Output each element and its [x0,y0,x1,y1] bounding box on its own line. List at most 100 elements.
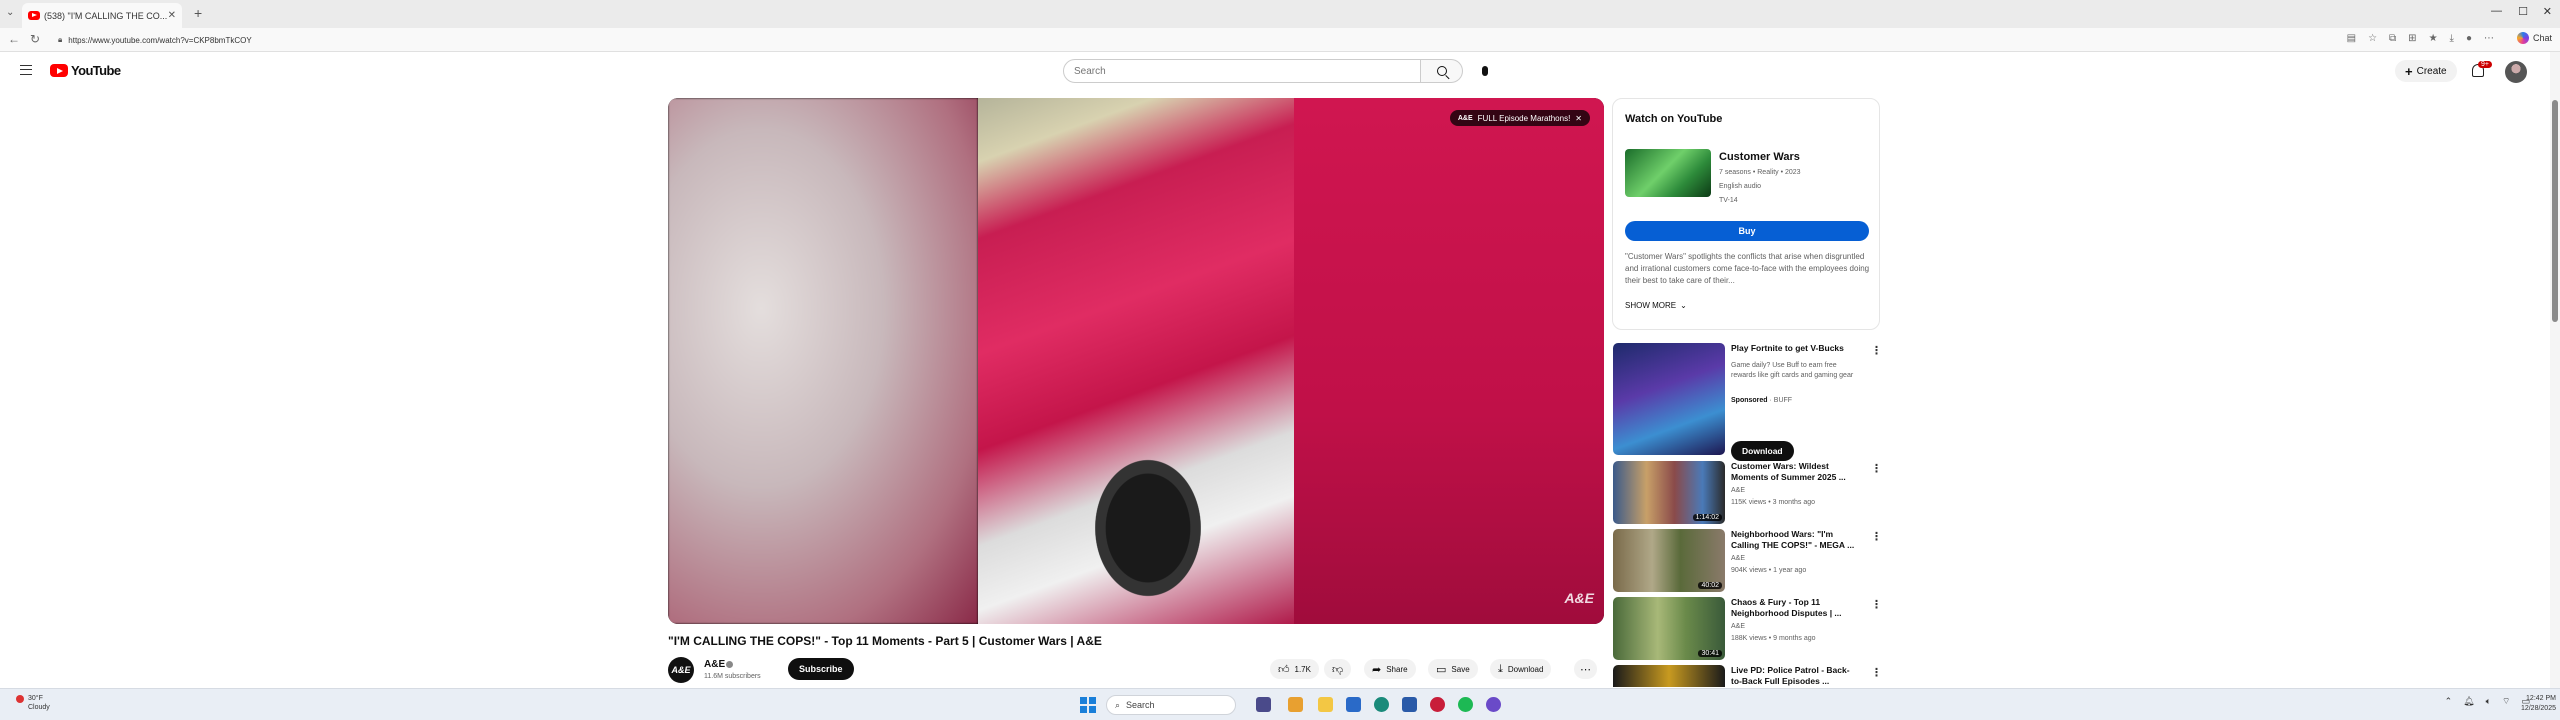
list-item[interactable]: 40:02 Neighborhood Wars: "I'm Calling TH… [1613,529,1883,592]
app-icon-4[interactable] [1486,697,1501,712]
video-thumbnail[interactable]: 1:14:02 [1613,461,1725,524]
weather-widget[interactable]: 30°F Cloudy [16,694,50,712]
youtube-logo[interactable]: YouTube [50,63,121,78]
clock[interactable]: 12:42 PM 12/28/2025 [2521,694,2556,714]
file-explorer-icon[interactable] [1318,697,1333,712]
extensions-icon[interactable]: ⧉ [2389,33,2396,44]
favorites-icon[interactable]: ★ [2429,33,2438,44]
subscribe-button[interactable]: Subscribe [788,658,854,680]
minimize-icon[interactable]: — [2491,5,2502,17]
thumbs-down-icon: 👎︎ [1332,663,1344,676]
profile-icon[interactable]: ● [2466,33,2472,44]
url-field[interactable]: 🔒︎ https://www.youtube.com/watch?v=CKP8b… [52,31,2352,49]
youtube-favicon-icon [28,11,40,20]
video-thumbnail[interactable] [1613,665,1725,687]
channel-avatar[interactable]: A&E [668,657,694,683]
more-actions-button[interactable]: ⋯ [1574,659,1597,679]
menu-icon[interactable] [20,65,32,75]
video-thumbnail[interactable]: 40:02 [1613,529,1725,592]
dislike-button[interactable]: 👎︎ [1324,659,1352,679]
show-thumbnail[interactable] [1625,149,1711,197]
refresh-icon[interactable]: ↻ [30,32,40,46]
network-icon[interactable]: ⌔ [2502,696,2510,707]
favorite-star-icon[interactable]: ☆ [2368,33,2377,44]
account-avatar[interactable] [2505,61,2527,83]
collections-icon[interactable]: ⊞ [2408,33,2416,44]
task-view-icon[interactable] [1256,697,1271,712]
like-button[interactable]: 👍︎ 1.7K [1270,659,1319,679]
channel-name[interactable]: A&E [704,659,725,670]
notification-badge: 9+ [2478,61,2492,68]
video-player[interactable]: A&E FULL Episode Marathons! ✕ A&E [668,98,1604,624]
ad-thumbnail[interactable] [1613,343,1725,455]
download-button[interactable]: ⤓ Download [1490,659,1552,679]
clock-date: 12/28/2025 [2520,705,2556,712]
channel-name[interactable]: A&E [1731,623,1745,630]
search-button[interactable] [1421,59,1463,83]
kebab-menu-icon[interactable]: ⋮ [1871,462,1882,475]
page-scrollbar[interactable] [2550,52,2560,688]
channel-name[interactable]: A&E [1731,487,1745,494]
volume-icon[interactable]: 🔈︎ [2486,696,2491,707]
notification-icon[interactable]: 🔔︎ [2463,696,2474,707]
ad-title[interactable]: Play Fortnite to get V-Bucks [1731,343,1859,354]
tab-actions-icon[interactable]: ⌄ [6,7,14,18]
share-button[interactable]: ➦ Share [1364,659,1416,679]
more-menu-icon[interactable]: ⋯ [2484,33,2494,44]
sponsored-ad[interactable]: Play Fortnite to get V-Bucks Game daily?… [1613,343,1883,463]
video-title-link[interactable]: Chaos & Fury - Top 11 Neighborhood Dispu… [1731,597,1859,619]
weather-icon [16,695,24,703]
video-thumbnail[interactable]: 30:41 [1613,597,1725,660]
show-more-button[interactable]: SHOW MORE ⌄ [1625,301,1687,310]
channel-name[interactable]: A&E [1731,555,1745,562]
ad-download-button[interactable]: Download [1731,441,1794,461]
youtube-play-icon [50,64,68,77]
back-icon[interactable]: ← [8,32,20,46]
windows-start-icon[interactable] [1080,697,1096,713]
list-item[interactable]: Live PD: Police Patrol - Back-to-Back Fu… [1613,665,1883,687]
show-title[interactable]: Customer Wars [1719,151,1800,163]
downloads-icon[interactable]: ⤓ [2450,33,2454,44]
spotify-icon[interactable] [1458,697,1473,712]
verified-icon [726,661,733,668]
kebab-menu-icon[interactable]: ⋮ [1871,344,1882,357]
new-tab-icon[interactable]: + [194,5,202,21]
close-tab-icon[interactable]: ✕ [168,10,176,21]
list-item[interactable]: 30:41 Chaos & Fury - Top 11 Neighborhood… [1613,597,1883,660]
store-icon[interactable] [1402,697,1417,712]
close-window-icon[interactable]: ✕ [2543,5,2552,18]
episode-marathon-pill[interactable]: A&E FULL Episode Marathons! ✕ [1449,110,1590,126]
create-button[interactable]: + Create [2395,60,2457,82]
video-title: "I'M CALLING THE COPS!" - Top 11 Moments… [668,634,1102,648]
duration-badge: 1:14:02 [1692,514,1722,521]
watch-card-heading: Watch on YouTube [1625,113,1723,125]
edge-icon[interactable] [1374,697,1389,712]
episode-pill-label: FULL Episode Marathons! [1477,113,1571,123]
app-icon-1[interactable] [1288,697,1303,712]
dismiss-pill-icon[interactable]: ✕ [1575,114,1582,123]
list-item[interactable]: 1:14:02 Customer Wars: Wildest Moments o… [1613,461,1883,524]
reader-icon[interactable]: ▤ [2347,33,2356,44]
video-title-link[interactable]: Live PD: Police Patrol - Back-to-Back Fu… [1731,665,1859,687]
video-frame-left [668,98,978,624]
browser-tab[interactable]: (538) "I'M CALLING THE CO... ✕ [22,3,182,28]
maximize-icon[interactable]: ☐ [2518,5,2528,18]
search-input[interactable] [1063,59,1421,83]
kebab-menu-icon[interactable]: ⋮ [1871,598,1882,611]
buy-button[interactable]: Buy [1625,221,1869,241]
download-label: Download [1507,664,1544,674]
kebab-menu-icon[interactable]: ⋮ [1871,666,1882,679]
save-button[interactable]: ▭ Save [1428,659,1478,679]
taskbar-search[interactable]: ⌕ Search [1106,695,1236,715]
app-icon-2[interactable] [1346,697,1361,712]
video-meta: 188K views • 9 months ago [1731,635,1816,642]
channel-row: A&E A&E 11.6M subscribers Subscribe 👍︎ 1… [668,655,1604,685]
kebab-menu-icon[interactable]: ⋮ [1871,530,1882,543]
copilot-button[interactable]: Chat [2516,32,2552,44]
video-title-link[interactable]: Customer Wars: Wildest Moments of Summer… [1731,461,1859,483]
video-title-link[interactable]: Neighborhood Wars: "I'm Calling THE COPS… [1731,529,1859,551]
app-icon-3[interactable] [1430,697,1445,712]
chevron-up-icon[interactable]: ⌃ [2445,696,2453,707]
voice-search-button[interactable] [1473,59,1497,83]
scrollbar-thumb[interactable] [2552,100,2558,322]
